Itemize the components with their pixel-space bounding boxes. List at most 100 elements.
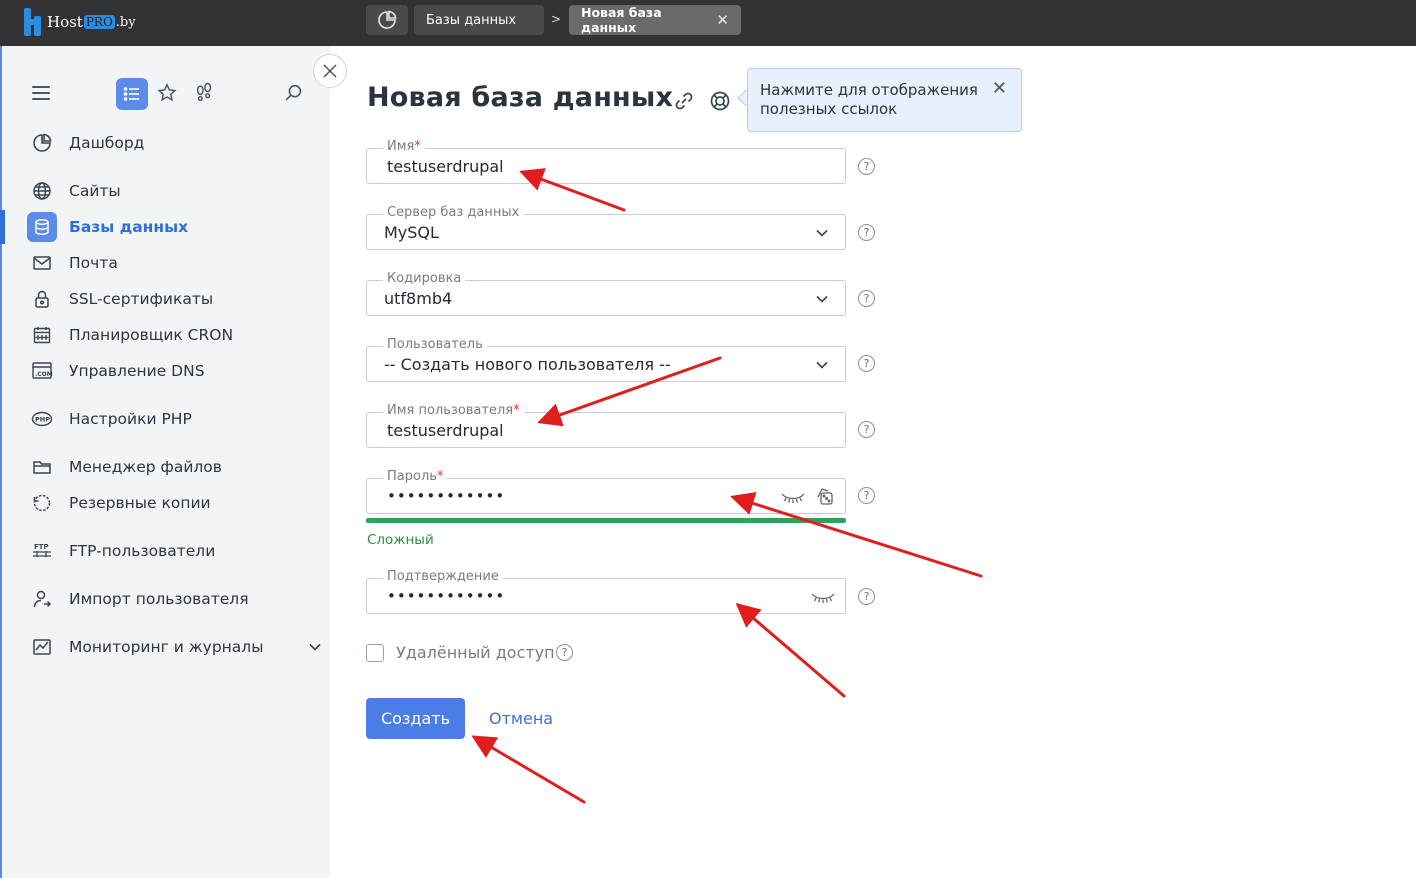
user-select[interactable]: Пользователь -- Создать нового пользоват… <box>366 337 846 382</box>
sidebar-item-label: Менеджер файлов <box>69 458 222 476</box>
username-field[interactable]: Имя пользователя* testuserdrupal <box>366 403 846 448</box>
database-server-label: Сервер баз данных <box>383 205 524 221</box>
sidebar-item-mail[interactable]: Почта <box>24 248 324 278</box>
password-confirm-field[interactable]: Подтверждение •••••••••••• <box>366 569 846 614</box>
password-confirm-input[interactable]: •••••••••••• <box>387 587 505 605</box>
chevron-down-icon <box>816 295 828 303</box>
dns-icon-text: .COM <box>35 371 53 378</box>
dns-icon: .COM <box>32 362 53 379</box>
backup-icon <box>33 494 51 512</box>
dashboard-icon <box>378 10 397 29</box>
sidebar-list-view-button[interactable] <box>116 78 148 110</box>
sidebar-active-indicator <box>0 210 5 244</box>
php-icon-text: PHP <box>35 415 50 423</box>
sidebar-item-label: Дашборд <box>69 134 145 152</box>
footsteps-icon[interactable] <box>193 82 215 104</box>
password-input[interactable]: •••••••••••• <box>387 487 505 505</box>
help-icon[interactable]: ? <box>858 487 875 504</box>
lifebuoy-icon[interactable] <box>709 90 731 112</box>
breadcrumb-dashboard-button[interactable] <box>366 5 408 35</box>
sidebar-item-databases[interactable]: Базы данных <box>24 212 324 242</box>
remote-access-label[interactable]: Удалённый доступ <box>396 643 555 662</box>
help-icon[interactable]: ? <box>858 355 875 372</box>
sidebar-item-label: Управление DNS <box>69 362 205 380</box>
username-label: Имя пользователя* <box>383 403 524 419</box>
list-icon <box>123 87 139 101</box>
close-icon <box>323 64 337 78</box>
help-icon[interactable]: ? <box>858 588 875 605</box>
logo-host-text: Host <box>47 13 83 31</box>
search-icon[interactable] <box>283 82 305 104</box>
breadcrumb-new-database-label: Новая база данных <box>581 5 662 35</box>
chevron-down-icon[interactable] <box>308 640 322 654</box>
password-field[interactable]: Пароль* •••••••••••• <box>366 469 846 514</box>
dashboard-icon <box>33 133 52 152</box>
close-icon[interactable]: ✕ <box>992 79 1007 98</box>
sidebar-item-file-manager[interactable]: Менеджер файлов <box>24 452 324 482</box>
sidebar-item-label: Почта <box>69 254 118 272</box>
remote-access-checkbox[interactable] <box>366 644 384 662</box>
username-input[interactable]: testuserdrupal <box>387 421 504 440</box>
sidebar-item-label: Базы данных <box>69 218 189 236</box>
annotation-arrow <box>471 735 586 804</box>
sidebar-item-label: FTP-пользователи <box>69 542 216 560</box>
ftp-icon-text: FTP <box>34 543 49 551</box>
sidebar-item-backups[interactable]: Резервные копии <box>24 488 324 518</box>
globe-icon <box>33 182 51 200</box>
sidebar-item-ssl[interactable]: SSL-сертификаты <box>24 284 324 314</box>
top-bar: Host PRO .by Базы данных > Новая база да… <box>0 0 1416 46</box>
password-strength-label: Сложный <box>367 532 434 548</box>
mail-icon <box>33 256 51 270</box>
user-label: Пользователь <box>383 337 487 353</box>
ftp-icon: FTP <box>33 543 51 557</box>
php-icon: PHP <box>31 411 53 427</box>
sidebar-item-cron[interactable]: Планировщик CRON <box>24 320 324 350</box>
sidebar-item-user-import[interactable]: Импорт пользователя <box>24 584 324 614</box>
hostpro-logo[interactable]: Host PRO .by <box>24 6 136 38</box>
collapse-sidebar-button[interactable] <box>313 54 347 88</box>
help-icon[interactable]: ? <box>858 224 875 241</box>
database-server-select[interactable]: Сервер баз данных MySQL <box>366 205 846 250</box>
sidebar-item-dashboard[interactable]: Дашборд <box>24 128 324 158</box>
sidebar-item-dns[interactable]: .COM Управление DNS <box>24 356 324 386</box>
create-button[interactable]: Создать <box>366 698 465 739</box>
sidebar-item-label: SSL-сертификаты <box>69 290 214 308</box>
database-name-input[interactable]: testuserdrupal <box>387 157 504 176</box>
close-tab-icon[interactable]: ✕ <box>716 12 729 28</box>
calendar-icon <box>33 327 51 344</box>
encoding-select[interactable]: Кодировка utf8mb4 <box>366 271 846 316</box>
useful-links-hint[interactable]: Нажмите для отображения полезных ссылок … <box>747 68 1022 132</box>
show-password-icon[interactable] <box>781 490 805 504</box>
database-name-field[interactable]: Имя* testuserdrupal <box>366 139 846 184</box>
sidebar-item-php[interactable]: PHP Настройки PHP <box>24 404 324 434</box>
favorites-star-icon[interactable] <box>156 82 178 104</box>
menu-icon[interactable] <box>32 86 50 100</box>
help-icon[interactable]: ? <box>858 421 875 438</box>
annotation-arrow <box>735 603 846 698</box>
sidebar-item-sites[interactable]: Сайты <box>24 176 324 206</box>
chevron-down-icon <box>816 361 828 369</box>
sidebar-item-label: Настройки PHP <box>69 410 192 428</box>
breadcrumb-databases[interactable]: Базы данных <box>414 5 544 35</box>
breadcrumb-new-database-tab[interactable]: Новая база данных ✕ <box>569 5 741 35</box>
show-password-icon[interactable] <box>811 590 835 604</box>
help-icon[interactable]: ? <box>858 290 875 307</box>
user-value: -- Создать нового пользователя -- <box>384 355 671 374</box>
breadcrumb-separator-icon: > <box>551 12 562 26</box>
help-icon[interactable]: ? <box>556 644 573 661</box>
sidebar-toolbar <box>2 76 332 112</box>
password-strength-bar <box>366 518 846 523</box>
sidebar-item-ftp[interactable]: FTP FTP-пользователи <box>24 536 324 566</box>
page-title: Новая база данных <box>367 82 674 113</box>
database-name-label: Имя* <box>383 139 425 155</box>
sidebar-item-label: Сайты <box>69 182 121 200</box>
sidebar-item-monitoring[interactable]: Мониторинг и журналы <box>24 632 324 662</box>
help-icon[interactable]: ? <box>858 158 875 175</box>
database-server-value: MySQL <box>384 223 439 242</box>
cancel-button[interactable]: Отмена <box>489 709 553 728</box>
generate-password-dice-icon[interactable] <box>815 486 835 506</box>
link-icon[interactable] <box>673 90 695 112</box>
sidebar: Дашборд Сайты Базы данных Почта SSL-серт… <box>0 46 330 878</box>
sidebar-item-label: Мониторинг и журналы <box>69 638 264 656</box>
breadcrumb-databases-label: Базы данных <box>426 12 517 28</box>
